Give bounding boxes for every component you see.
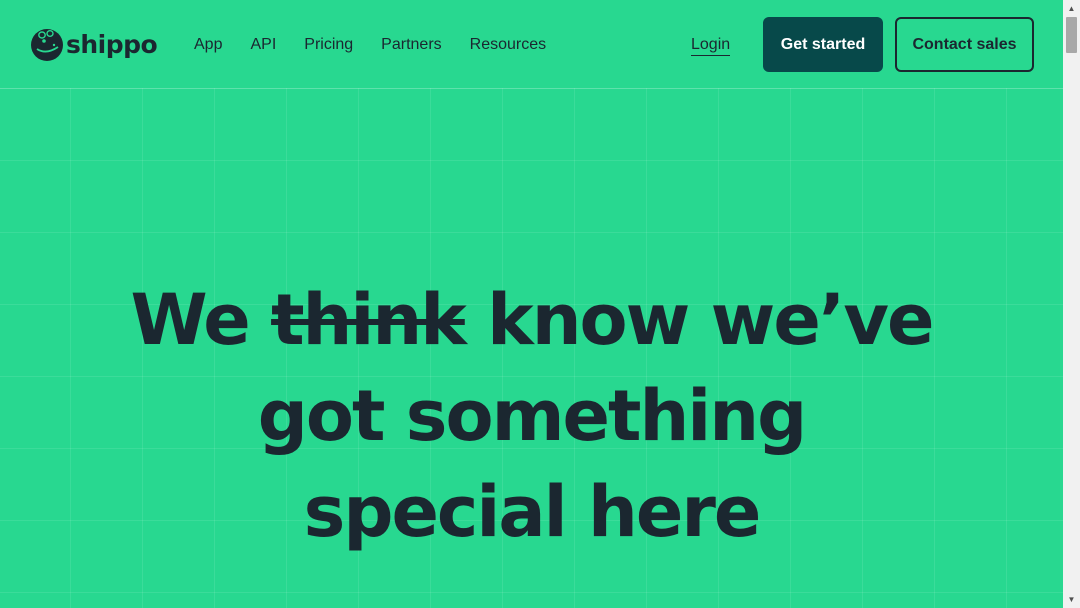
nav-item-api[interactable]: API <box>250 34 276 56</box>
nav-item-partners[interactable]: Partners <box>381 34 441 56</box>
contact-sales-button[interactable]: Contact sales <box>895 17 1034 72</box>
hero-line-3: special here <box>303 471 762 553</box>
header-divider <box>0 88 1063 89</box>
site-header: shippo App API Pricing Partners Resource… <box>0 0 1063 88</box>
hero-line-2: got something <box>257 375 807 457</box>
page-scrollbar[interactable]: ▲ ▼ <box>1063 0 1080 608</box>
hero-heading: We think know we’ve got something specia… <box>0 272 1063 560</box>
scroll-down-arrow-icon[interactable]: ▼ <box>1063 591 1080 608</box>
hero-line-1: We think know we’ve <box>0 272 1063 368</box>
login-link[interactable]: Login <box>691 34 731 56</box>
brand-name: shippo <box>66 30 158 59</box>
nav-item-app[interactable]: App <box>194 34 222 56</box>
nav-item-resources[interactable]: Resources <box>470 34 546 56</box>
hippo-logo-icon <box>30 28 64 62</box>
main-nav: App API Pricing Partners Resources <box>194 34 574 56</box>
page: shippo App API Pricing Partners Resource… <box>0 0 1063 608</box>
hero-word-we: We <box>130 279 251 361</box>
hero-line-1-end: know we’ve <box>487 279 934 361</box>
scroll-thumb[interactable] <box>1066 17 1077 53</box>
nav-item-pricing[interactable]: Pricing <box>304 34 353 56</box>
get-started-button[interactable]: Get started <box>763 17 883 72</box>
hero-struck-word: think <box>271 279 467 361</box>
brand-logo[interactable]: shippo <box>30 28 158 62</box>
scroll-up-arrow-icon[interactable]: ▲ <box>1063 0 1080 17</box>
